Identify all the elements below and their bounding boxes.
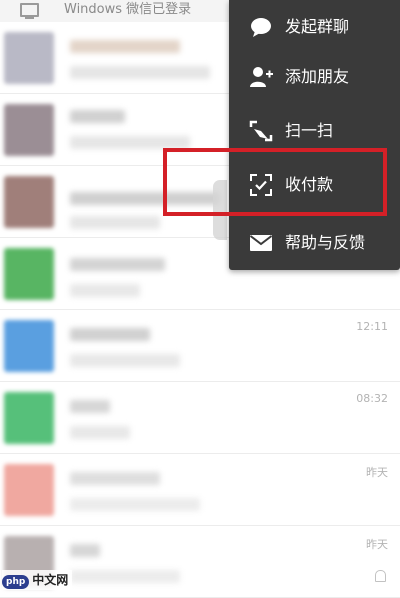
chat-title-blurred	[70, 400, 110, 413]
menu-label: 添加朋友	[285, 67, 350, 86]
chat-title-blurred	[70, 258, 165, 271]
chat-title-blurred	[70, 40, 180, 53]
menu-label: 帮助与反馈	[285, 233, 366, 252]
plus-popup-menu: 发起群聊 添加朋友 扫一扫 收付款 帮助与反馈	[229, 0, 400, 270]
avatar	[4, 32, 54, 84]
chat-preview-blurred	[70, 216, 160, 229]
menu-item-add-friend[interactable]: 添加朋友	[229, 50, 400, 104]
chat-time: 昨天	[366, 538, 388, 551]
chat-preview-blurred	[70, 570, 180, 583]
menu-label: 发起群聊	[285, 17, 350, 36]
mail-icon	[249, 235, 273, 251]
avatar	[4, 392, 54, 444]
chat-title-blurred	[70, 544, 100, 557]
chat-preview-blurred	[70, 354, 180, 367]
computer-icon	[20, 3, 39, 19]
avatar	[4, 104, 54, 156]
scan-icon	[249, 120, 273, 142]
chat-title-blurred	[70, 110, 125, 123]
add-friend-icon	[250, 67, 273, 87]
avatar	[4, 176, 54, 228]
chat-bubble-icon	[251, 18, 271, 37]
chat-title-blurred	[70, 328, 150, 341]
site-watermark: php 中文网	[2, 570, 73, 590]
chat-preview-blurred	[70, 66, 210, 79]
menu-item-group-chat[interactable]: 发起群聊	[229, 0, 400, 54]
chat-title-blurred	[70, 472, 160, 485]
chat-preview-blurred	[70, 426, 130, 439]
muted-bell-icon	[375, 570, 386, 582]
watermark-text: 中文网	[32, 573, 69, 587]
php-logo-badge: php	[2, 575, 30, 589]
chat-row[interactable]: 08:32	[0, 382, 400, 454]
chat-preview-blurred	[70, 498, 200, 511]
chat-row[interactable]: 昨天	[0, 454, 400, 526]
chat-time: 12:11	[356, 320, 388, 333]
highlight-annotation	[163, 148, 387, 216]
menu-item-help-feedback[interactable]: 帮助与反馈	[229, 216, 400, 270]
avatar	[4, 320, 54, 372]
chat-preview-blurred	[70, 284, 140, 297]
desktop-login-text: Windows 微信已登录	[64, 2, 192, 17]
chat-time: 昨天	[366, 466, 388, 479]
chat-time: 08:32	[356, 392, 388, 405]
avatar	[4, 464, 54, 516]
chat-row[interactable]: 12:11	[0, 310, 400, 382]
avatar	[4, 248, 54, 300]
